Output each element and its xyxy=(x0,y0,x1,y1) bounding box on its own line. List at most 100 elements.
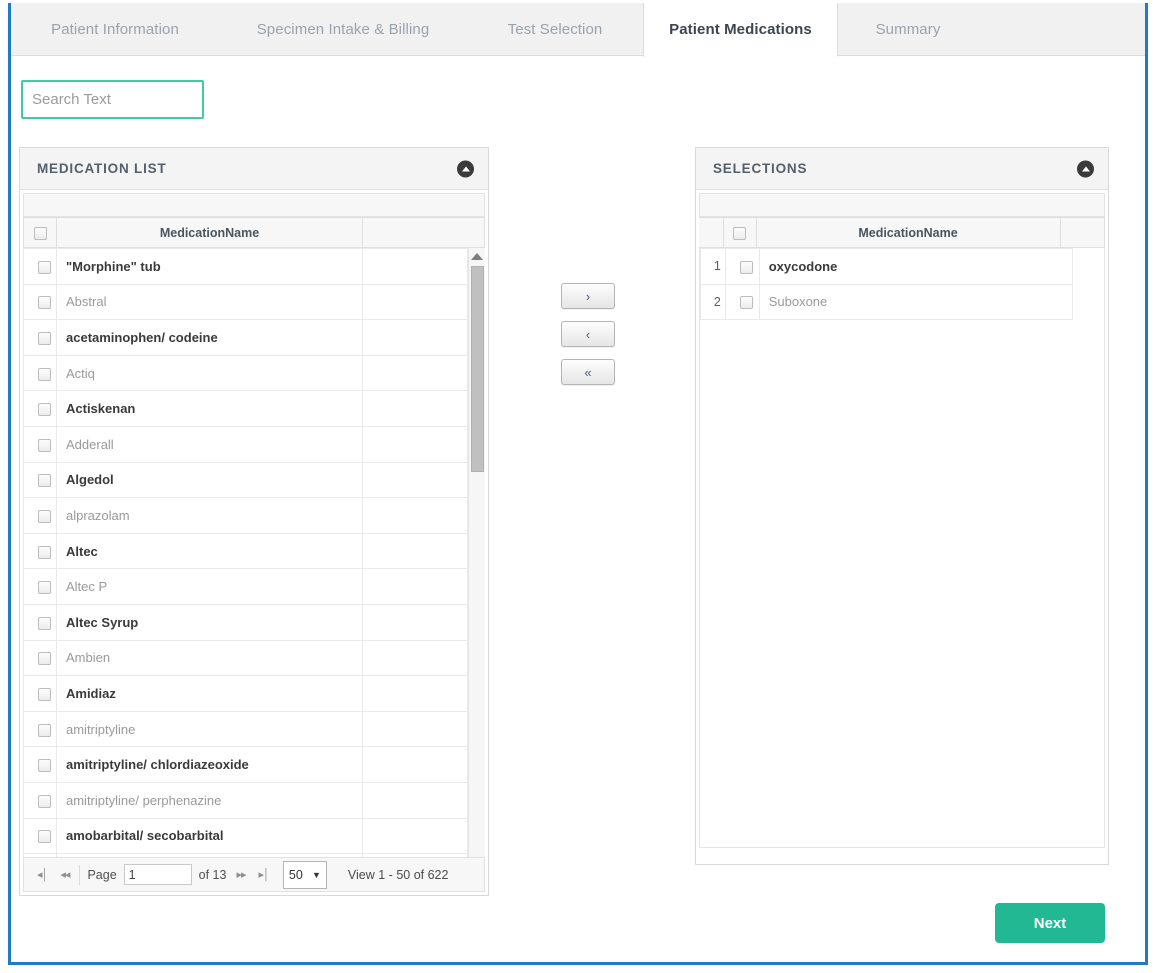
next-button[interactable]: Next xyxy=(995,903,1105,943)
row-checkbox[interactable] xyxy=(38,474,51,487)
row-checkbox-cell[interactable] xyxy=(24,604,57,640)
selections-name-column-header[interactable]: MedicationName xyxy=(756,218,1060,248)
collapse-caret-up-icon[interactable] xyxy=(457,160,474,177)
row-checkbox[interactable] xyxy=(38,795,51,808)
row-checkbox-cell[interactable] xyxy=(24,818,57,854)
medication-rows-table: "Morphine" tubAbstralacetaminophen/ code… xyxy=(23,248,468,878)
tab-summary[interactable]: Summary xyxy=(838,3,978,56)
row-checkbox[interactable] xyxy=(38,296,51,309)
selections-grid-toolbar xyxy=(699,193,1105,217)
medication-name-column-header[interactable]: MedicationName xyxy=(57,218,363,248)
row-checkbox[interactable] xyxy=(38,546,51,559)
search-input[interactable] xyxy=(21,80,204,119)
row-checkbox-cell[interactable] xyxy=(24,533,57,569)
row-checkbox[interactable] xyxy=(38,830,51,843)
page-size-select[interactable]: 50 ▼ xyxy=(283,861,327,889)
row-checkbox-cell[interactable] xyxy=(24,426,57,462)
row-checkbox[interactable] xyxy=(38,652,51,665)
table-row[interactable]: amitriptyline xyxy=(24,711,468,747)
last-page-icon[interactable]: ▸│ xyxy=(256,868,272,881)
table-row[interactable]: Amidiaz xyxy=(24,676,468,712)
table-row[interactable]: Actiskenan xyxy=(24,391,468,427)
row-checkbox-cell[interactable] xyxy=(24,711,57,747)
medication-name-cell: acetaminophen/ codeine xyxy=(57,320,363,356)
app-page: Patient InformationSpecimen Intake & Bil… xyxy=(0,0,1153,973)
table-row[interactable]: amitriptyline/ chlordiazeoxide xyxy=(24,747,468,783)
medication-grid-body: "Morphine" tubAbstralacetaminophen/ code… xyxy=(23,248,485,878)
row-checkbox-cell[interactable] xyxy=(24,320,57,356)
table-row[interactable]: Altec xyxy=(24,533,468,569)
medication-grid-header-row: MedicationName xyxy=(24,218,485,248)
medication-name-cell: Amidiaz xyxy=(57,676,363,712)
row-index-cell: 2 xyxy=(701,284,726,320)
row-checkbox-cell[interactable] xyxy=(24,569,57,605)
row-checkbox[interactable] xyxy=(740,296,753,309)
table-row[interactable]: alprazolam xyxy=(24,498,468,534)
medication-list-scrollbar[interactable] xyxy=(468,248,485,878)
row-checkbox[interactable] xyxy=(38,724,51,737)
move-left-button[interactable]: ‹ xyxy=(561,321,615,347)
table-row[interactable]: Altec P xyxy=(24,569,468,605)
row-checkbox[interactable] xyxy=(38,332,51,345)
row-checkbox-cell[interactable] xyxy=(725,249,759,285)
row-checkbox-cell[interactable] xyxy=(24,284,57,320)
row-checkbox-cell[interactable] xyxy=(24,355,57,391)
table-row[interactable]: acetaminophen/ codeine xyxy=(24,320,468,356)
row-checkbox[interactable] xyxy=(38,439,51,452)
row-checkbox-cell[interactable] xyxy=(24,249,57,285)
tab-patient-medications[interactable]: Patient Medications xyxy=(643,3,838,57)
row-spacer-cell xyxy=(363,747,468,783)
row-checkbox-cell[interactable] xyxy=(24,391,57,427)
row-checkbox-cell[interactable] xyxy=(24,640,57,676)
row-checkbox-cell[interactable] xyxy=(725,284,759,320)
row-checkbox[interactable] xyxy=(38,759,51,772)
row-checkbox-cell[interactable] xyxy=(24,462,57,498)
table-row[interactable]: 1oxycodone xyxy=(701,249,1073,285)
row-spacer-cell xyxy=(363,640,468,676)
table-row[interactable]: amitriptyline/ perphenazine xyxy=(24,782,468,818)
scroll-up-arrow-icon[interactable] xyxy=(471,253,483,260)
selections-grid-body: 1oxycodone2 Suboxone xyxy=(699,248,1105,848)
medication-name-cell: amobarbital/ secobarbital xyxy=(57,818,363,854)
row-checkbox[interactable] xyxy=(38,688,51,701)
tab-test-selection[interactable]: Test Selection xyxy=(467,3,643,56)
move-all-left-button[interactable]: « xyxy=(561,359,615,385)
medication-grid-toolbar xyxy=(23,193,485,217)
row-checkbox-cell[interactable] xyxy=(24,498,57,534)
table-row[interactable]: Actiq xyxy=(24,355,468,391)
row-checkbox[interactable] xyxy=(38,617,51,630)
table-row[interactable]: amobarbital/ secobarbital xyxy=(24,818,468,854)
table-row[interactable]: "Morphine" tub xyxy=(24,249,468,285)
selections-select-all-header-cell[interactable] xyxy=(723,218,756,248)
selection-name-cell: Suboxone xyxy=(759,284,1072,320)
row-checkbox-cell[interactable] xyxy=(24,782,57,818)
first-page-icon[interactable]: ◂│ xyxy=(34,868,50,881)
row-checkbox-cell[interactable] xyxy=(24,747,57,783)
medication-name-cell: Abstral xyxy=(57,284,363,320)
table-row[interactable]: 2 Suboxone xyxy=(701,284,1073,320)
move-right-button[interactable]: › xyxy=(561,283,615,309)
next-page-icon[interactable]: ▸▸ xyxy=(233,868,248,881)
table-row[interactable]: Altec Syrup xyxy=(24,604,468,640)
tab-specimen-intake-billing[interactable]: Specimen Intake & Billing xyxy=(219,3,467,56)
table-row[interactable]: Ambien xyxy=(24,640,468,676)
row-checkbox[interactable] xyxy=(38,581,51,594)
row-checkbox[interactable] xyxy=(38,510,51,523)
tab-patient-information[interactable]: Patient Information xyxy=(11,3,219,56)
row-spacer-cell xyxy=(363,818,468,854)
row-checkbox[interactable] xyxy=(740,261,753,274)
row-checkbox[interactable] xyxy=(38,368,51,381)
page-number-input[interactable] xyxy=(124,864,192,885)
table-row[interactable]: Abstral xyxy=(24,284,468,320)
row-checkbox[interactable] xyxy=(38,261,51,274)
select-all-checkbox[interactable] xyxy=(34,227,47,240)
row-checkbox-cell[interactable] xyxy=(24,676,57,712)
table-row[interactable]: Adderall xyxy=(24,426,468,462)
row-checkbox[interactable] xyxy=(38,403,51,416)
collapse-caret-up-icon[interactable] xyxy=(1077,160,1094,177)
select-all-checkbox[interactable] xyxy=(733,227,746,240)
table-row[interactable]: Algedol xyxy=(24,462,468,498)
previous-page-icon[interactable]: ◂◂ xyxy=(57,868,72,881)
select-all-header-cell[interactable] xyxy=(24,218,57,248)
scrollbar-thumb[interactable] xyxy=(471,266,484,472)
